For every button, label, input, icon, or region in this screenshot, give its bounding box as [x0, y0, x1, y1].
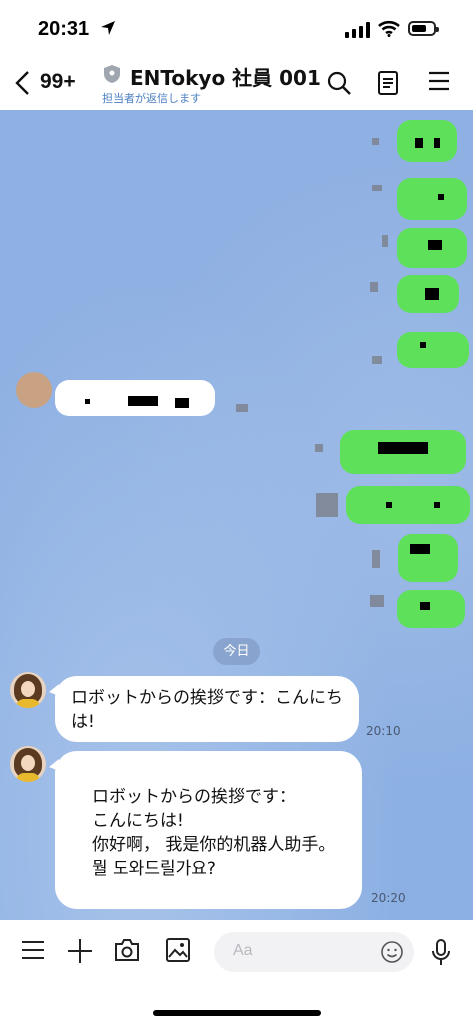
back-chevron-icon[interactable]	[14, 70, 32, 96]
message-text: ロボットからの挨拶です：こんにちは!	[71, 688, 343, 732]
avatar[interactable]	[10, 746, 46, 782]
redacted-message	[346, 486, 470, 524]
wifi-icon	[378, 20, 400, 37]
status-time: 20:31	[38, 18, 90, 40]
avatar[interactable]	[10, 672, 46, 708]
menu-icon[interactable]	[428, 70, 450, 92]
redacted-message	[398, 534, 458, 582]
unread-count[interactable]: 99+	[40, 70, 76, 94]
input-toolbar: Aa	[0, 920, 473, 1024]
redacted-message	[397, 178, 467, 220]
message-bubble[interactable]: ロボットからの挨拶です：こんにちは!	[49, 676, 359, 742]
chat-header: 99+ ENTokyo 社員 001 担当者が返信します	[0, 56, 473, 111]
location-arrow-icon	[101, 21, 115, 35]
image-icon[interactable]	[166, 938, 190, 962]
redacted-message	[397, 590, 465, 628]
message-input[interactable]: Aa	[214, 932, 414, 972]
emoji-icon[interactable]	[380, 940, 404, 964]
message-text: ロボットからの挨拶です： こんにちは! 你好啊， 我是你的机器人助手。 뭘 도와…	[92, 787, 336, 879]
chat-area[interactable]: 今日 ロボットからの挨拶です：こんにちは! 20:10 ロボットからの挨拶です：…	[0, 110, 473, 920]
chat-subtitle: 担当者が返信します	[102, 92, 201, 105]
search-icon[interactable]	[326, 70, 352, 96]
status-bar: 20:31	[0, 0, 473, 56]
message-input-placeholder: Aa	[233, 942, 253, 959]
date-separator: 今日	[213, 638, 260, 665]
camera-icon[interactable]	[114, 938, 140, 962]
avatar[interactable]	[16, 372, 52, 408]
mic-icon[interactable]	[431, 939, 451, 967]
plus-icon[interactable]	[67, 938, 93, 964]
redacted-message	[397, 332, 469, 368]
battery-icon	[408, 21, 439, 36]
message-time: 20:10	[366, 724, 401, 738]
message-bubble[interactable]: ロボットからの挨拶です： こんにちは! 你好啊， 我是你的机器人助手。 뭘 도와…	[49, 751, 362, 909]
home-indicator	[153, 1010, 321, 1016]
shield-icon	[104, 65, 120, 83]
redacted-message	[397, 120, 457, 162]
message-time: 20:20	[371, 891, 406, 905]
cellular-icon	[345, 22, 370, 38]
list-icon[interactable]	[21, 938, 45, 962]
chat-title: ENTokyo 社員 001	[130, 66, 321, 90]
notes-icon[interactable]	[377, 70, 399, 96]
